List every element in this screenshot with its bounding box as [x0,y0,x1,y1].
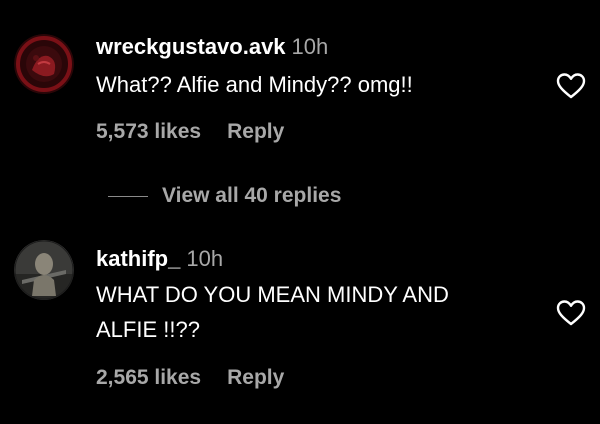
comment-header: wreckgustavo.avk 10h [96,34,328,60]
timestamp: 10h [186,246,224,271]
comment-meta: 5,573 likes Reply [96,120,284,144]
avatar[interactable] [14,240,74,300]
view-replies-button[interactable]: View all 40 replies [108,181,341,211]
view-replies-label[interactable]: View all 40 replies [162,184,341,208]
heart-outline-icon[interactable] [556,72,586,100]
timestamp: 10h [291,34,329,59]
dark-red-avatar-icon [14,34,74,94]
reply-button[interactable]: Reply [227,366,284,389]
username[interactable]: kathifp_ [96,246,180,271]
comment-text-line: ALFIE !!?? [96,317,200,342]
comment-text: What?? Alfie and Mindy?? omg!! [96,70,413,100]
username[interactable]: wreckgustavo.avk [96,34,286,59]
likes-count[interactable]: 5,573 likes [96,120,201,143]
comment-header: kathifp_ 10h [96,246,223,272]
comment-text-line: WHAT DO YOU MEAN MINDY AND [96,282,449,307]
avatar[interactable] [14,34,74,94]
divider-line [108,195,148,197]
reply-button[interactable]: Reply [227,120,284,143]
comment-text: WHAT DO YOU MEAN MINDY AND ALFIE !!?? [96,280,449,345]
heart-outline-icon[interactable] [556,299,586,327]
comment-text-line: What?? Alfie and Mindy?? omg!! [96,72,413,97]
likes-count[interactable]: 2,565 likes [96,366,201,389]
grey-avatar-icon [14,240,74,300]
comment-meta: 2,565 likes Reply [96,366,284,390]
